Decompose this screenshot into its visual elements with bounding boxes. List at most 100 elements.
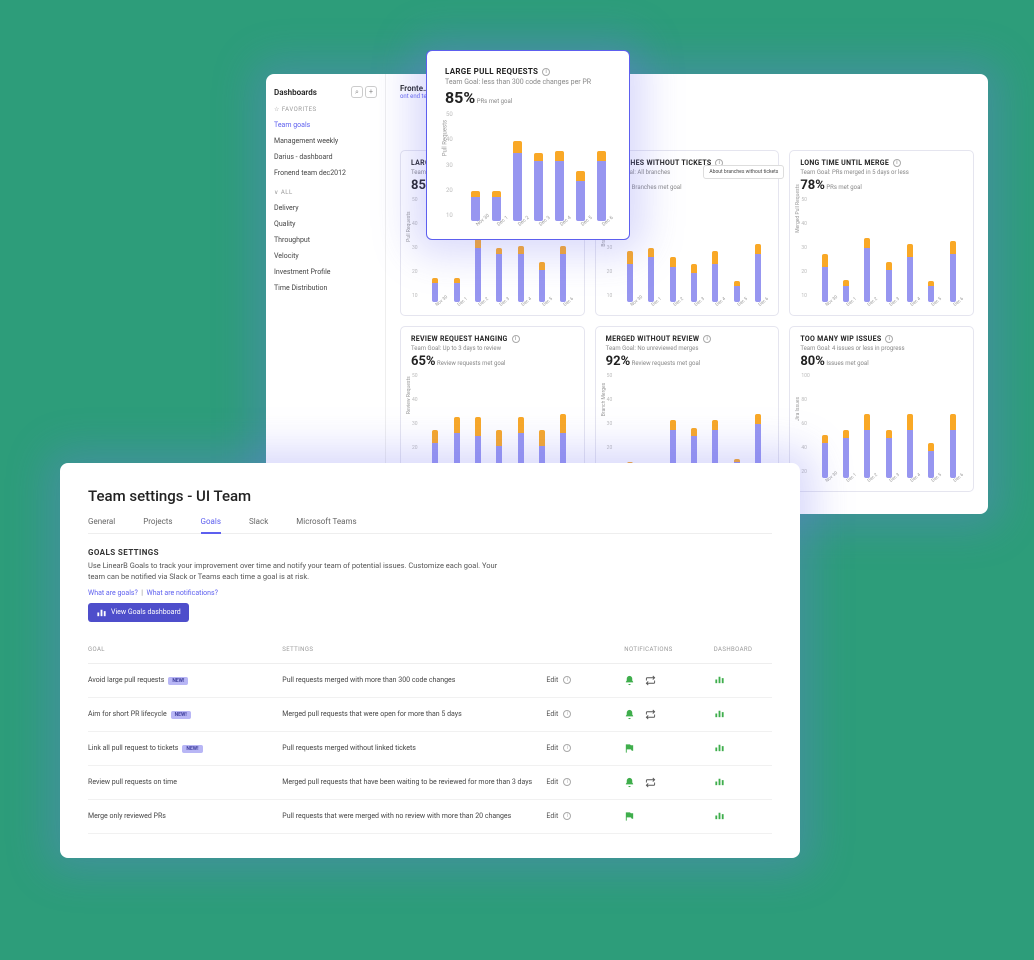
tab-goals[interactable]: Goals bbox=[201, 517, 221, 534]
sidebar-all-label[interactable]: ∨ ALL bbox=[274, 189, 377, 196]
col-goal: GOAL bbox=[88, 646, 274, 653]
bar: Dec 6 bbox=[555, 246, 571, 309]
goal-setting-text: Merged pull requests that were open for … bbox=[282, 710, 538, 718]
chart-icon bbox=[96, 607, 107, 618]
loop-icon[interactable] bbox=[645, 709, 656, 720]
info-icon[interactable]: i bbox=[563, 710, 571, 718]
what-are-goals-link[interactable]: What are goals? bbox=[88, 589, 138, 597]
bar: Dec 3 bbox=[880, 430, 896, 485]
search-icon[interactable]: ⌕ bbox=[351, 86, 363, 98]
sidebar-item-throughput[interactable]: Throughput bbox=[274, 232, 377, 248]
dashboard-link[interactable] bbox=[714, 810, 772, 823]
flag-icon[interactable] bbox=[624, 743, 635, 754]
edit-goal-button[interactable]: Edit i bbox=[546, 778, 616, 786]
loop-icon[interactable] bbox=[645, 675, 656, 686]
sidebar-item-delivery[interactable]: Delivery bbox=[274, 200, 377, 216]
bar: Dec 4 bbox=[902, 244, 918, 309]
bell-icon[interactable] bbox=[624, 675, 635, 686]
info-icon[interactable]: i bbox=[563, 778, 571, 786]
sidebar-item-darius-dashboard[interactable]: Darius - dashboard bbox=[274, 149, 377, 165]
goal-name: Merge only reviewed PRs bbox=[88, 812, 274, 820]
tooltip: About branches without tickets bbox=[703, 165, 784, 179]
bar: Nov 30 bbox=[622, 251, 638, 309]
info-icon[interactable]: i bbox=[563, 812, 571, 820]
new-badge: NEW! bbox=[182, 745, 202, 753]
bar: Dec 5 bbox=[923, 443, 939, 485]
view-goals-dashboard-button[interactable]: View Goals dashboard bbox=[88, 603, 189, 622]
bell-icon[interactable] bbox=[624, 709, 635, 720]
notification-icons bbox=[624, 777, 706, 788]
goal-setting-text: Pull requests that were merged with no r… bbox=[282, 812, 538, 820]
edit-goal-button[interactable]: Edit i bbox=[546, 812, 616, 820]
bar: Dec 3 bbox=[686, 264, 702, 309]
sidebar-item-quality[interactable]: Quality bbox=[274, 216, 377, 232]
bar: Dec 4 bbox=[513, 246, 529, 309]
bar: Nov 30 bbox=[467, 191, 483, 229]
chart-icon bbox=[714, 674, 725, 685]
bar: Dec 1 bbox=[448, 278, 464, 309]
popup-pct: 85% PRs met goal bbox=[445, 88, 611, 107]
dashboard-link[interactable] bbox=[714, 708, 772, 721]
info-icon[interactable]: i bbox=[885, 335, 893, 343]
tab-microsoft-teams[interactable]: Microsoft Teams bbox=[296, 517, 356, 533]
bar: Dec 5 bbox=[572, 171, 588, 229]
notification-icons bbox=[624, 709, 706, 720]
chart-icon bbox=[714, 776, 725, 787]
popup-goal: Team Goal: less than 300 code changes pe… bbox=[445, 78, 611, 86]
sidebar-item-time-distribution[interactable]: Time Distribution bbox=[274, 280, 377, 296]
notification-icons bbox=[624, 811, 706, 822]
goal-card[interactable]: TOO MANY WIP ISSUES iTeam Goal: 4 issues… bbox=[789, 326, 974, 492]
section-title: GOALS SETTINGS bbox=[88, 548, 772, 557]
bar: Dec 6 bbox=[593, 151, 609, 229]
bar: Dec 1 bbox=[838, 430, 854, 485]
goal-card[interactable]: LONG TIME UNTIL MERGE iTeam Goal: PRs me… bbox=[789, 150, 974, 316]
info-icon[interactable]: i bbox=[563, 676, 571, 684]
sidebar-item-velocity[interactable]: Velocity bbox=[274, 248, 377, 264]
bar: Dec 4 bbox=[707, 251, 723, 309]
dashboard-link[interactable] bbox=[714, 776, 772, 789]
goal-row: Link all pull request to ticketsNEW!Pull… bbox=[88, 732, 772, 766]
bar: Dec 3 bbox=[530, 153, 546, 229]
flag-icon[interactable] bbox=[624, 811, 635, 822]
bar: Dec 3 bbox=[491, 248, 507, 309]
goal-row: Avoid large pull requestsNEW! Pull reques… bbox=[88, 664, 772, 698]
edit-goal-button[interactable]: Edit i bbox=[546, 710, 616, 718]
new-badge: NEW! bbox=[168, 677, 188, 685]
popup-title: LARGE PULL REQUESTS bbox=[445, 67, 538, 76]
chart-icon bbox=[714, 810, 725, 821]
bar: Dec 2 bbox=[470, 238, 486, 309]
what-are-notifications-link[interactable]: What are notifications? bbox=[146, 589, 217, 597]
popup-large-pull-requests: LARGE PULL REQUESTS i Team Goal: less tha… bbox=[426, 50, 630, 240]
loop-icon[interactable] bbox=[645, 777, 656, 788]
goal-name: Avoid large pull requestsNEW! bbox=[88, 676, 274, 684]
info-icon[interactable]: i bbox=[512, 335, 520, 343]
sidebar-item-investment-profile[interactable]: Investment Profile bbox=[274, 264, 377, 280]
bar: Dec 4 bbox=[551, 151, 567, 229]
tab-projects[interactable]: Projects bbox=[143, 517, 172, 533]
bar: Dec 1 bbox=[838, 280, 854, 309]
goal-setting-text: Pull requests merged with more than 300 … bbox=[282, 676, 538, 684]
info-icon[interactable]: i bbox=[703, 335, 711, 343]
popup-yticks: 5040302010 bbox=[446, 111, 453, 219]
sidebar-item-fronend-team-dec2012[interactable]: Fronend team dec2012 bbox=[274, 165, 377, 181]
tab-general[interactable]: General bbox=[88, 517, 115, 533]
tab-slack[interactable]: Slack bbox=[249, 517, 268, 533]
goal-setting-text: Merged pull requests that have been wait… bbox=[282, 778, 538, 786]
edit-goal-button[interactable]: Edit i bbox=[546, 744, 616, 752]
section-desc: Use LinearB Goals to track your improvem… bbox=[88, 560, 508, 583]
info-icon[interactable]: i bbox=[893, 159, 901, 167]
goal-row: Aim for short PR lifecycleNEW!Merged pul… bbox=[88, 698, 772, 732]
bar: Dec 2 bbox=[509, 141, 525, 229]
sidebar-item-team-goals[interactable]: Team goals bbox=[274, 117, 377, 133]
info-icon[interactable]: i bbox=[542, 68, 550, 76]
dashboard-link[interactable] bbox=[714, 674, 772, 687]
edit-goal-button[interactable]: Edit i bbox=[546, 676, 616, 684]
bell-icon[interactable] bbox=[624, 777, 635, 788]
sidebar-item-management-weekly[interactable]: Management weekly bbox=[274, 133, 377, 149]
col-settings: SETTINGS bbox=[282, 646, 538, 653]
info-icon[interactable]: i bbox=[563, 744, 571, 752]
dashboard-link[interactable] bbox=[714, 742, 772, 755]
bar: Nov 30 bbox=[816, 435, 832, 485]
goal-row: Merge only reviewed PRs Pull requests tha… bbox=[88, 800, 772, 834]
add-dashboard-icon[interactable]: + bbox=[365, 86, 377, 98]
